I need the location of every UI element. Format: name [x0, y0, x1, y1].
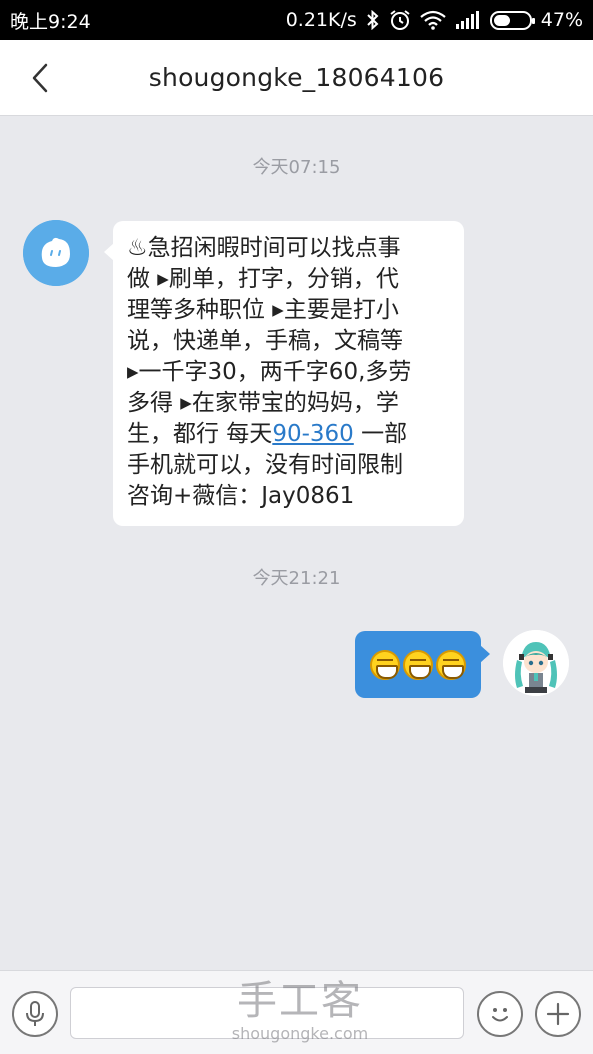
- outgoing-message-bubble[interactable]: [355, 631, 490, 698]
- battery-percent: 47%: [540, 9, 583, 31]
- grin-emoji-icon: [436, 649, 466, 680]
- grin-emoji-icon: [370, 649, 400, 680]
- back-button[interactable]: [26, 62, 54, 94]
- message-input[interactable]: [70, 987, 464, 1039]
- app-mascot-icon: [23, 220, 89, 286]
- alarm-icon: [389, 9, 411, 31]
- message-line: 手机就可以，没有时间限制: [127, 452, 403, 478]
- network-speed: 0.21K/s: [285, 9, 357, 31]
- input-bar: [0, 970, 593, 1054]
- emoji-button[interactable]: [477, 991, 523, 1037]
- anime-avatar-icon: [503, 630, 569, 696]
- number-link[interactable]: 90-360: [272, 421, 353, 447]
- chat-header: shougongke_18064106: [0, 40, 593, 116]
- plus-icon: [546, 1002, 570, 1026]
- status-right: 0.21K/s 47%: [286, 9, 583, 31]
- contact-avatar[interactable]: [23, 220, 89, 286]
- signal-icon: [455, 10, 481, 30]
- message-line: 生，都行 每天90-360 一部: [127, 419, 450, 450]
- chevron-left-icon: [32, 63, 48, 93]
- bluetooth-icon: [366, 10, 380, 30]
- user-avatar[interactable]: [503, 630, 569, 696]
- microphone-icon: [26, 1001, 44, 1026]
- battery-icon: [489, 10, 535, 30]
- message-line: 理等多种职位 ▸主要是打小: [127, 297, 399, 323]
- message-line: 咨询+薇信：Jay0861: [127, 483, 355, 509]
- status-time: 晚上9:24: [10, 10, 91, 33]
- status-bar: 晚上9:24 0.21K/s 47%: [0, 0, 593, 40]
- message-line: ♨急招闲暇时间可以找点事: [127, 235, 401, 261]
- message-timestamp: 今天07:15: [252, 157, 341, 178]
- more-button[interactable]: [535, 991, 581, 1037]
- message-line: 说，快递单，手稿，文稿等: [127, 328, 403, 354]
- message-line: ▸一千字30，两千字60,多劳: [127, 359, 412, 385]
- voice-button[interactable]: [12, 991, 58, 1037]
- smiley-icon: [492, 1008, 508, 1022]
- message-line: 做 ▸刷单，打字，分销，代: [127, 266, 399, 292]
- grin-emoji-icon: [403, 649, 433, 680]
- incoming-message-bubble[interactable]: ♨急招闲暇时间可以找点事 做 ▸刷单，打字，分销，代 理等多种职位 ▸主要是打小…: [104, 221, 464, 526]
- message-text: 生，都行 每天: [127, 421, 273, 447]
- message-line: 多得 ▸在家带宝的妈妈，学: [127, 390, 399, 416]
- chat-title: shougongke_18064106: [148, 63, 445, 92]
- message-timestamp: 今天21:21: [252, 568, 341, 589]
- battery-fill: [493, 14, 510, 26]
- message-text: 一部: [353, 421, 408, 447]
- wifi-icon: [420, 10, 446, 30]
